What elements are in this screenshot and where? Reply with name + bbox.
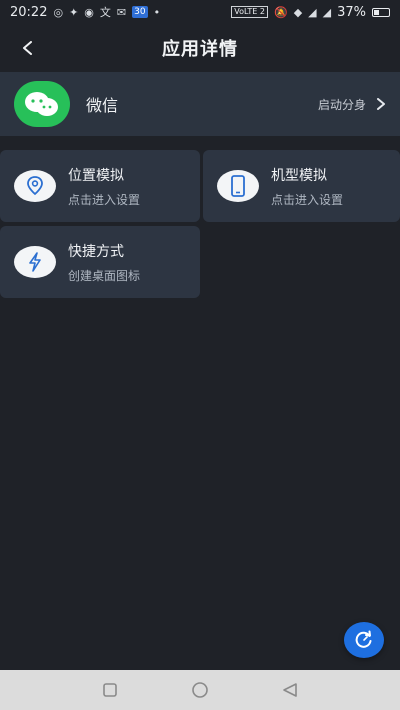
triangle-back-icon xyxy=(283,683,297,697)
wifi-icon: ◆ xyxy=(293,5,303,19)
app-name: 微信 xyxy=(86,96,119,115)
back-button[interactable] xyxy=(16,34,40,62)
mute-icon: 🔕 xyxy=(273,5,288,19)
signal-icon: ◢ xyxy=(308,5,317,19)
mail-icon: ✉ xyxy=(116,5,127,19)
tile-location-simulation[interactable]: 位置模拟 点击进入设置 xyxy=(0,150,200,222)
recents-button[interactable] xyxy=(100,680,120,700)
refresh-fab-button[interactable] xyxy=(344,622,384,658)
dot-icon: • xyxy=(153,5,161,19)
back-nav-button[interactable] xyxy=(280,680,300,700)
square-icon xyxy=(103,683,117,697)
wechat-icon xyxy=(14,81,70,127)
lightning-icon xyxy=(14,246,56,278)
page-title: 应用详情 xyxy=(162,39,238,60)
tile-title: 位置模拟 xyxy=(68,167,124,184)
chevron-left-icon xyxy=(23,41,32,55)
clone-launch-button[interactable]: 启动分身 xyxy=(318,96,386,113)
circle-icon xyxy=(192,682,208,698)
home-button[interactable] xyxy=(190,680,210,700)
refresh-icon xyxy=(355,630,372,648)
system-nav-bar xyxy=(0,670,400,710)
clone-label: 启动分身 xyxy=(317,97,366,112)
calendar-icon: 30 xyxy=(132,6,148,18)
tile-device-simulation[interactable]: 机型模拟 点击进入设置 xyxy=(203,150,400,222)
tile-title: 快捷方式 xyxy=(68,243,124,260)
chevron-right-icon xyxy=(377,98,385,110)
translate-icon: 文 xyxy=(99,6,111,19)
tile-subtitle: 创建桌面图标 xyxy=(68,268,141,283)
status-time: 20:22 xyxy=(10,4,48,20)
battery-percent: 37% xyxy=(337,4,366,20)
status-left: 20:22 ◎ ✦ ◉ 文 ✉ 30 • xyxy=(10,4,160,20)
battery-icon xyxy=(372,7,390,17)
vpn-icon: ✦ xyxy=(69,5,79,19)
weibo-icon: ◎ xyxy=(53,5,64,19)
tile-subtitle: 点击进入设置 xyxy=(68,192,141,207)
app-icon: ◉ xyxy=(84,5,94,19)
signal-icon: ◢ xyxy=(322,5,332,19)
app-header: 应用详情 xyxy=(0,26,400,70)
phone-icon xyxy=(217,170,259,202)
status-right: VoLTE 2 🔕 ◆ ◢ ◢ 37% xyxy=(231,5,390,20)
app-card[interactable]: 微信 启动分身 xyxy=(0,72,400,136)
tile-shortcut[interactable]: 快捷方式 创建桌面图标 xyxy=(0,226,200,298)
volte-badge: VoLTE 2 xyxy=(231,6,268,18)
tile-subtitle: 点击进入设置 xyxy=(271,192,344,207)
location-pin-icon xyxy=(14,170,56,202)
status-bar: 20:22 ◎ ✦ ◉ 文 ✉ 30 • VoLTE 2 🔕 ◆ ◢ ◢ 37% xyxy=(0,0,400,24)
tile-title: 机型模拟 xyxy=(271,167,327,184)
